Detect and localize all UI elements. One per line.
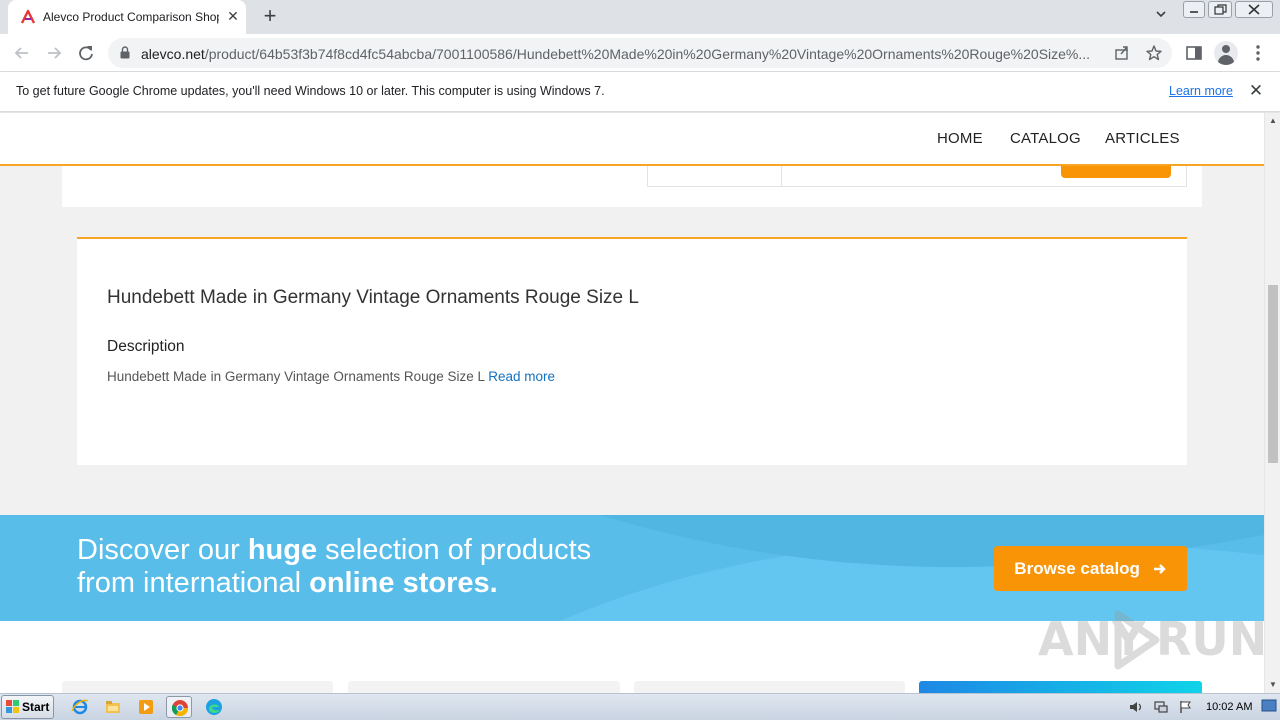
reload-icon	[79, 46, 93, 61]
chrome-menu-icon[interactable]	[1247, 42, 1269, 64]
nav-catalog[interactable]: CATALOG	[1010, 130, 1081, 147]
restore-button[interactable]	[1208, 1, 1232, 18]
read-more-link[interactable]: Read more	[488, 369, 555, 384]
featured-card[interactable]	[634, 681, 905, 693]
forward-arrow-icon	[48, 47, 62, 59]
play-logo-icon	[1114, 610, 1160, 670]
alevco-favicon-icon	[20, 9, 36, 24]
taskbar-edge-icon[interactable]	[201, 696, 227, 718]
side-panel-icon[interactable]	[1183, 42, 1205, 64]
start-button[interactable]: Start	[1, 695, 54, 719]
show-desktop-icon[interactable]	[1261, 697, 1277, 715]
nav-home[interactable]: HOME	[937, 130, 983, 147]
learn-more-link[interactable]: Learn more	[1169, 84, 1233, 98]
profile-avatar-icon[interactable]	[1214, 41, 1238, 65]
description-text: Hundebett Made in Germany Vintage Orname…	[107, 369, 556, 384]
network-icon[interactable]	[1153, 699, 1169, 715]
banner-headline-line2: from international online stores.	[77, 567, 498, 599]
catalog-banner: Discover our huge selection of products …	[0, 515, 1264, 621]
description-heading: Description	[107, 338, 185, 355]
windows-logo-icon	[6, 700, 19, 713]
taskbar-explorer-icon[interactable]	[100, 696, 126, 718]
featured-card[interactable]	[919, 681, 1202, 693]
site-header: HOME CATALOG ARTICLES	[0, 113, 1264, 166]
minimize-button[interactable]	[1183, 1, 1205, 18]
taskbar-ie-icon[interactable]	[67, 696, 93, 718]
scroll-down-icon[interactable]: ▼	[1265, 677, 1280, 693]
taskbar-media-player-icon[interactable]	[133, 696, 159, 718]
new-tab-button[interactable]: +	[258, 5, 282, 29]
reload-button[interactable]	[75, 42, 97, 64]
browser-toolbar: alevco.net/product/64b53f3b74f8cd4fc54ab…	[0, 34, 1280, 72]
windows-taskbar: Start 10:02 AM	[0, 693, 1280, 720]
close-window-button[interactable]	[1235, 1, 1273, 18]
tab-strip: Alevco Product Comparison Shopping ✕ +	[0, 0, 1280, 34]
page-scrollbar[interactable]: ▲ ▼	[1264, 113, 1280, 693]
tab-close-icon[interactable]: ✕	[225, 8, 241, 24]
infobar-message: To get future Google Chrome updates, you…	[16, 84, 605, 98]
featured-card[interactable]	[348, 681, 620, 693]
infobar-close-icon[interactable]: ✕	[1246, 81, 1266, 101]
back-arrow-icon	[14, 47, 28, 59]
scroll-up-icon[interactable]: ▲	[1265, 113, 1280, 129]
product-description-card: Hundebett Made in Germany Vintage Orname…	[77, 237, 1187, 465]
arrow-right-icon	[1153, 564, 1166, 574]
bookmark-star-icon[interactable]	[1145, 44, 1163, 62]
featured-card[interactable]	[62, 681, 333, 693]
anyrun-watermark: ANY RUN	[1038, 610, 1264, 670]
lock-icon	[120, 46, 130, 59]
back-button[interactable]	[11, 42, 33, 64]
url-text: alevco.net/product/64b53f3b74f8cd4fc54ab…	[141, 46, 1091, 62]
tab-search-chevron-icon[interactable]	[1152, 8, 1170, 26]
taskbar-clock[interactable]: 10:02 AM	[1206, 701, 1252, 713]
share-icon[interactable]	[1113, 44, 1131, 62]
browser-tab[interactable]: Alevco Product Comparison Shopping ✕	[8, 0, 246, 34]
scrollbar-thumb[interactable]	[1268, 285, 1278, 463]
page-viewport: HOME CATALOG ARTICLES Hundebett Made in …	[0, 113, 1264, 693]
update-infobar: To get future Google Chrome updates, you…	[0, 72, 1280, 112]
banner-headline-line1: Discover our huge selection of products	[77, 534, 592, 566]
volume-icon[interactable]	[1128, 699, 1144, 715]
browse-catalog-button[interactable]: Browse catalog	[994, 546, 1187, 591]
action-center-flag-icon[interactable]	[1178, 699, 1194, 715]
forward-button[interactable]	[43, 42, 65, 64]
address-bar[interactable]: alevco.net/product/64b53f3b74f8cd4fc54ab…	[108, 38, 1172, 68]
nav-articles[interactable]: ARTICLES	[1105, 130, 1180, 147]
tab-title: Alevco Product Comparison Shopping	[43, 10, 219, 24]
taskbar-chrome-icon[interactable]	[166, 696, 192, 718]
product-title: Hundebett Made in Germany Vintage Orname…	[107, 287, 639, 308]
